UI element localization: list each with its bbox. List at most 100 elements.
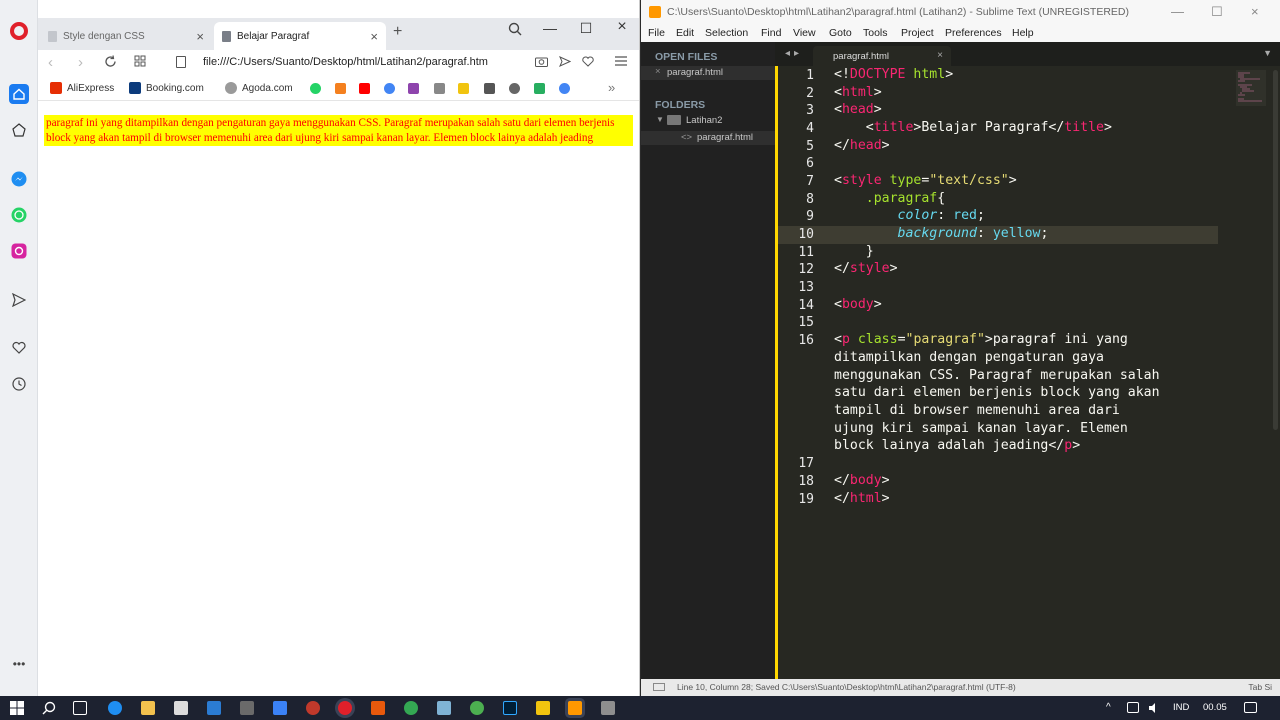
menu-preferences[interactable]: Preferences bbox=[945, 27, 1002, 39]
app-icon[interactable] bbox=[240, 701, 254, 715]
editor-tab-paragraf[interactable]: paragraf.html × bbox=[813, 46, 951, 66]
history-icon[interactable] bbox=[9, 374, 29, 394]
code-line: <p class="paragraf">paragraf ini yang bbox=[834, 332, 1128, 347]
code-line: <style type="text/css"> bbox=[834, 173, 1017, 188]
menu-view[interactable]: View bbox=[793, 27, 816, 39]
close-tab-icon[interactable]: × bbox=[370, 29, 378, 44]
whatsapp-bookmark-icon[interactable] bbox=[310, 83, 321, 94]
app-icon[interactable] bbox=[371, 701, 385, 715]
search-icon[interactable] bbox=[42, 701, 56, 715]
camera-bookmark-icon[interactable] bbox=[484, 83, 495, 94]
sublime-taskbar-icon[interactable] bbox=[568, 701, 582, 715]
edge-icon[interactable] bbox=[108, 701, 122, 715]
menu-find[interactable]: Find bbox=[761, 27, 781, 39]
menu-file[interactable]: File bbox=[648, 27, 665, 39]
close-window-button[interactable]: × bbox=[1251, 4, 1259, 19]
new-tab-button[interactable]: + bbox=[393, 23, 402, 41]
panel-toggle-icon[interactable] bbox=[653, 683, 665, 691]
code-line: color: red; bbox=[897, 208, 985, 223]
menu-edit[interactable]: Edit bbox=[676, 27, 694, 39]
app-icon[interactable] bbox=[536, 701, 550, 715]
easy-setup-icon[interactable] bbox=[615, 56, 627, 66]
bookmark-heart-icon[interactable] bbox=[582, 56, 594, 67]
tab-belajar-paragraf[interactable]: Belajar Paragraf × bbox=[214, 22, 386, 50]
code-line: <body> bbox=[834, 297, 882, 312]
notepad-icon[interactable] bbox=[437, 701, 451, 715]
reload-icon[interactable] bbox=[104, 55, 117, 68]
chrome-icon[interactable] bbox=[404, 701, 418, 715]
opera-taskbar-icon[interactable] bbox=[338, 701, 352, 715]
tab-size-indicator[interactable]: Tab Si bbox=[1248, 682, 1272, 692]
menu-project[interactable]: Project bbox=[901, 27, 934, 39]
close-tab-icon[interactable]: × bbox=[937, 50, 943, 61]
heart-icon[interactable] bbox=[9, 338, 29, 358]
wifi-bookmark-icon[interactable] bbox=[434, 83, 445, 94]
cloud-bookmark-icon[interactable] bbox=[509, 83, 520, 94]
vertical-scrollbar[interactable] bbox=[1273, 70, 1278, 430]
notifications-icon[interactable] bbox=[1244, 702, 1257, 713]
menu-goto[interactable]: Goto bbox=[829, 27, 852, 39]
language-indicator[interactable]: IND bbox=[1173, 702, 1189, 713]
open-file-item[interactable]: paragraf.html bbox=[667, 67, 723, 78]
menu-tools[interactable]: Tools bbox=[863, 27, 888, 39]
bookmark-agoda[interactable]: Agoda.com bbox=[225, 82, 293, 94]
mail-icon[interactable] bbox=[207, 701, 221, 715]
home-icon[interactable] bbox=[9, 84, 29, 104]
tabs-grid-icon[interactable] bbox=[134, 55, 146, 67]
minimize-button[interactable]: — bbox=[535, 20, 565, 36]
opera-gx-icon[interactable] bbox=[306, 701, 320, 715]
folder-file-item[interactable]: paragraf.html bbox=[697, 132, 753, 143]
bookmark-aliexpress[interactable]: AliExpress bbox=[50, 82, 114, 94]
messenger-icon[interactable] bbox=[9, 169, 29, 189]
folder-item[interactable]: Latihan2 bbox=[686, 115, 722, 126]
speed-dial-icon[interactable] bbox=[9, 120, 29, 140]
maximize-button[interactable]: ☐ bbox=[1211, 4, 1223, 20]
blogger-bookmark-icon[interactable] bbox=[335, 83, 346, 94]
network-icon[interactable] bbox=[1127, 702, 1139, 713]
send-icon[interactable] bbox=[9, 290, 29, 310]
clock[interactable]: 00.05 bbox=[1203, 702, 1227, 713]
folder-expand-icon[interactable]: ▼ bbox=[656, 115, 664, 124]
task-view-icon[interactable] bbox=[73, 701, 87, 715]
app-icon[interactable] bbox=[273, 701, 287, 715]
tab-dropdown-icon[interactable]: ▼ bbox=[1263, 48, 1272, 58]
more-bookmarks-icon[interactable]: » bbox=[608, 80, 615, 95]
photoshop-icon[interactable] bbox=[503, 701, 517, 715]
google-bookmark-icon[interactable] bbox=[559, 83, 570, 94]
instagram-icon[interactable] bbox=[9, 241, 29, 261]
youtube-bookmark-icon[interactable] bbox=[359, 83, 370, 94]
send-page-icon[interactable] bbox=[559, 56, 571, 67]
store-icon[interactable] bbox=[174, 701, 188, 715]
app-icon[interactable] bbox=[601, 701, 615, 715]
show-hidden-icons-icon[interactable]: ^ bbox=[1106, 702, 1111, 713]
close-tab-icon[interactable]: × bbox=[196, 29, 204, 44]
minimap[interactable] bbox=[1236, 70, 1266, 106]
menu-help[interactable]: Help bbox=[1012, 27, 1034, 39]
more-icon[interactable]: ••• bbox=[9, 654, 29, 674]
tab-style-dengan-css[interactable]: Style dengan CSS × bbox=[40, 22, 212, 50]
google-bookmark-icon[interactable] bbox=[384, 83, 395, 94]
forward-button[interactable]: › bbox=[78, 54, 83, 71]
close-window-button[interactable]: × bbox=[607, 18, 637, 36]
star-bookmark-icon[interactable] bbox=[458, 83, 469, 94]
search-tabs-icon[interactable] bbox=[508, 22, 522, 36]
close-file-icon[interactable]: × bbox=[655, 66, 661, 77]
code-editor[interactable]: 1 2 3 4 5 6 7 8 9 10 11 12 13 14 15 16 1… bbox=[775, 66, 1280, 679]
app-icon[interactable] bbox=[470, 701, 484, 715]
whatsapp-icon[interactable] bbox=[9, 205, 29, 225]
file-explorer-icon[interactable] bbox=[141, 701, 155, 715]
maximize-button[interactable]: ☐ bbox=[571, 20, 601, 37]
bookmark-booking[interactable]: Booking.com bbox=[129, 82, 204, 94]
code-line: block lainya adalah jeading</p> bbox=[834, 438, 1081, 453]
app-bookmark-icon[interactable] bbox=[408, 83, 419, 94]
opera-logo-icon[interactable] bbox=[10, 22, 28, 40]
tab-nav-arrows-icon[interactable]: ◂▸ bbox=[785, 48, 803, 59]
menu-selection[interactable]: Selection bbox=[705, 27, 748, 39]
url-field[interactable]: file:///C:/Users/Suanto/Desktop/html/Lat… bbox=[203, 56, 533, 68]
minimize-button[interactable]: — bbox=[1171, 4, 1184, 19]
back-button[interactable]: ‹ bbox=[48, 54, 53, 71]
windows-start-icon[interactable] bbox=[10, 701, 24, 715]
snapshot-icon[interactable] bbox=[535, 56, 548, 67]
volume-icon[interactable] bbox=[1148, 702, 1160, 714]
download-bookmark-icon[interactable] bbox=[534, 83, 545, 94]
